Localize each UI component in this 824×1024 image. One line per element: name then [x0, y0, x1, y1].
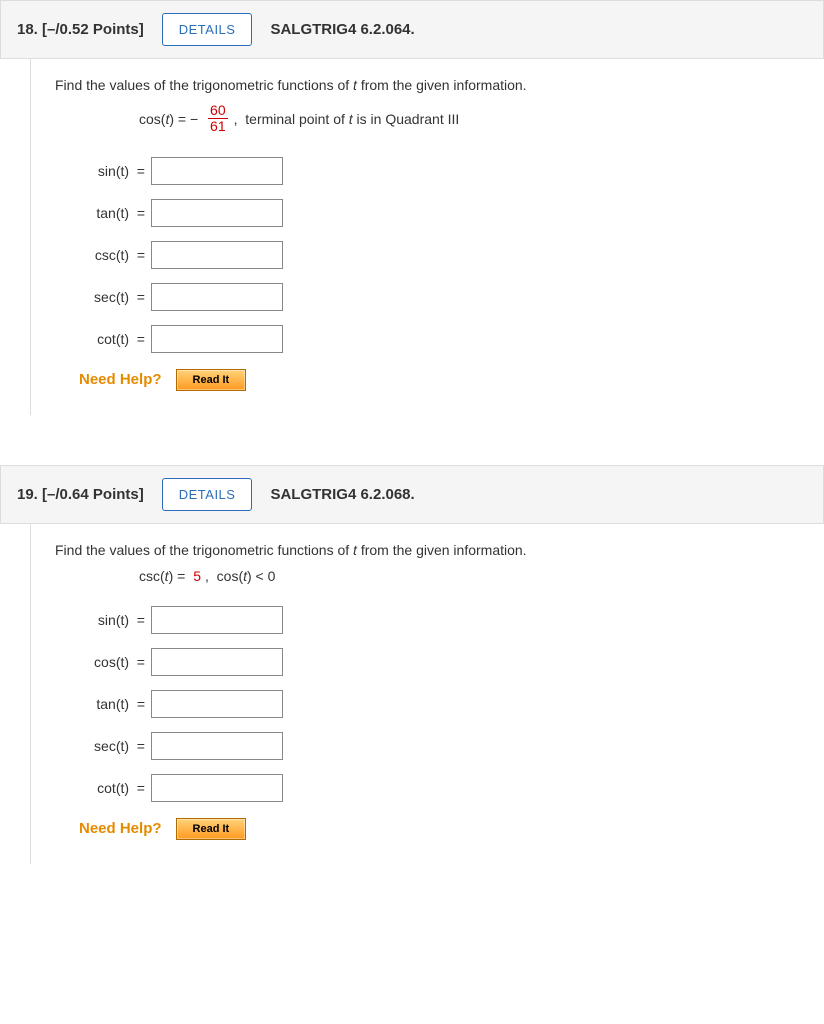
given-suffix: , cos(t) < 0 [205, 568, 275, 584]
need-help-label: Need Help? [79, 820, 162, 837]
answer-row-cot: cot(t) = [79, 774, 800, 802]
read-it-button[interactable]: Read It [176, 818, 247, 840]
answer-label: sec(t) = [79, 289, 151, 305]
answer-row-sin: sin(t) = [79, 157, 800, 185]
fraction-numerator: 60 [208, 103, 228, 119]
question-prompt: Find the values of the trigonometric fun… [55, 77, 800, 93]
answer-label: sin(t) = [79, 163, 151, 179]
answer-input-csc[interactable] [151, 241, 283, 269]
answer-row-sec: sec(t) = [79, 732, 800, 760]
details-button[interactable]: DETAILS [162, 13, 253, 46]
given-info: csc(t) = 5 , cos(t) < 0 [139, 568, 800, 584]
answer-input-cot[interactable] [151, 774, 283, 802]
question-number: 18. [17, 21, 38, 38]
given-value: 5 [193, 568, 201, 584]
help-row: Need Help? Read It [79, 369, 800, 391]
answer-row-tan: tan(t) = [79, 199, 800, 227]
question-number: 19. [17, 486, 38, 503]
question-19: 19. [–/0.64 Points] DETAILS SALGTRIG4 6.… [0, 465, 824, 864]
question-header: 18. [–/0.52 Points] DETAILS SALGTRIG4 6.… [0, 0, 824, 59]
fraction: 60 61 [208, 103, 228, 135]
answer-label: csc(t) = [79, 247, 151, 263]
answer-input-sin[interactable] [151, 606, 283, 634]
question-source: SALGTRIG4 6.2.064. [270, 21, 414, 38]
need-help-label: Need Help? [79, 371, 162, 388]
question-header: 19. [–/0.64 Points] DETAILS SALGTRIG4 6.… [0, 465, 824, 524]
answer-row-tan: tan(t) = [79, 690, 800, 718]
answer-label: tan(t) = [79, 696, 151, 712]
answer-row-sin: sin(t) = [79, 606, 800, 634]
answer-label: tan(t) = [79, 205, 151, 221]
answer-input-tan[interactable] [151, 690, 283, 718]
given-info: cos(t) = − 60 61 , terminal point of t i… [139, 103, 800, 135]
question-number-points: 19. [–/0.64 Points] [17, 486, 144, 503]
read-it-button[interactable]: Read It [176, 369, 247, 391]
answer-input-cos[interactable] [151, 648, 283, 676]
answer-label: cos(t) = [79, 654, 151, 670]
question-points: [–/0.52 Points] [42, 21, 144, 38]
answer-row-sec: sec(t) = [79, 283, 800, 311]
answer-label: sin(t) = [79, 612, 151, 628]
answer-input-tan[interactable] [151, 199, 283, 227]
question-number-points: 18. [–/0.52 Points] [17, 21, 144, 38]
answer-input-sec[interactable] [151, 732, 283, 760]
question-prompt: Find the values of the trigonometric fun… [55, 542, 800, 558]
answer-row-cot: cot(t) = [79, 325, 800, 353]
answer-label: cot(t) = [79, 331, 151, 347]
answer-row-csc: csc(t) = [79, 241, 800, 269]
question-18: 18. [–/0.52 Points] DETAILS SALGTRIG4 6.… [0, 0, 824, 415]
answer-row-cos: cos(t) = [79, 648, 800, 676]
given-suffix: , terminal point of t is in Quadrant III [234, 111, 460, 127]
answer-input-sin[interactable] [151, 157, 283, 185]
answer-label: cot(t) = [79, 780, 151, 796]
given-prefix: csc(t) = [139, 568, 189, 584]
fraction-denominator: 61 [208, 119, 228, 134]
question-source: SALGTRIG4 6.2.068. [270, 486, 414, 503]
question-points: [–/0.64 Points] [42, 486, 144, 503]
answer-label: sec(t) = [79, 738, 151, 754]
question-body: Find the values of the trigonometric fun… [30, 524, 824, 864]
details-button[interactable]: DETAILS [162, 478, 253, 511]
answer-input-cot[interactable] [151, 325, 283, 353]
help-row: Need Help? Read It [79, 818, 800, 840]
question-body: Find the values of the trigonometric fun… [30, 59, 824, 415]
given-prefix: cos(t) = − [139, 111, 202, 127]
answer-input-sec[interactable] [151, 283, 283, 311]
